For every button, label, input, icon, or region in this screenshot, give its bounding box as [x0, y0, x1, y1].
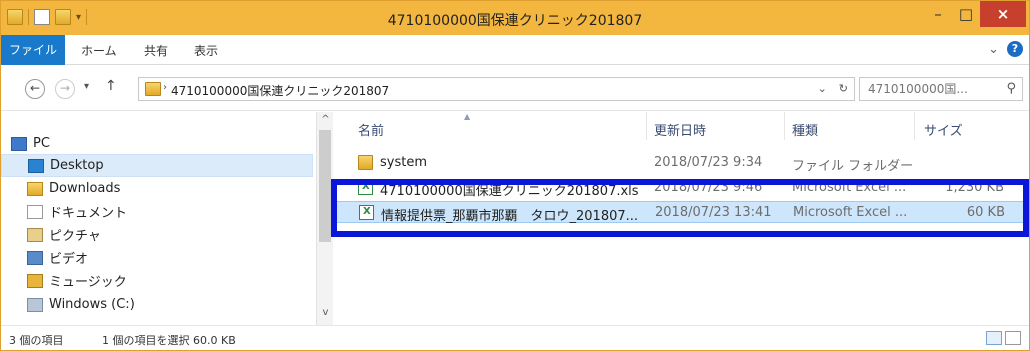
expand-ribbon-icon[interactable]: ⌄: [988, 42, 999, 57]
sidebar-item-videos[interactable]: ビデオ: [1, 246, 313, 269]
recent-locations-icon[interactable]: ▾: [84, 81, 89, 92]
scroll-up-icon[interactable]: ^: [317, 114, 334, 130]
file-name: 情報提供票_那覇市那覇 タロウ_201807...: [381, 209, 639, 224]
navigation-bar: ← → ▾ ↑ › 4710100000国保連クリニック201807 ⌄ ↻ ⚲: [1, 65, 1029, 111]
column-header-name[interactable]: 名前: [358, 120, 384, 139]
minimize-button[interactable]: –: [924, 1, 952, 27]
sidebar-item-label: PC: [33, 136, 50, 151]
file-name: 4710100000国保連クリニック201807.xls: [380, 184, 639, 199]
refresh-icon[interactable]: ↻: [839, 82, 848, 95]
address-bar[interactable]: › 4710100000国保連クリニック201807 ⌄ ↻: [138, 77, 855, 101]
desktop-folder-icon: [28, 158, 44, 173]
drive-icon: [27, 297, 43, 312]
sidebar-item-drive-c[interactable]: Windows (C:): [1, 293, 313, 316]
table-row[interactable]: 情報提供票_那覇市那覇 タロウ_201807... 2018/07/23 13:…: [334, 201, 1029, 224]
details-view-icon[interactable]: [986, 331, 1002, 345]
sidebar-item-music[interactable]: ミュージック: [1, 269, 313, 292]
tab-view[interactable]: 表示: [194, 42, 218, 59]
window-title: 4710100000国保連クリニック201807: [387, 13, 643, 29]
column-header-type[interactable]: 種類: [792, 120, 818, 139]
file-size: 1,230 KB: [945, 180, 1004, 195]
navigation-pane: PC Desktop Downloads ドキュメント ピクチャ ビデオ ミュー…: [1, 112, 333, 325]
maximize-button[interactable]: □: [952, 1, 980, 27]
title-bar: ▾ 4710100000国保連クリニック201807 – □ ×: [1, 1, 1029, 35]
sidebar-item-label: Downloads: [49, 181, 121, 196]
sidebar-item-pictures[interactable]: ピクチャ: [1, 223, 313, 246]
videos-folder-icon: [27, 250, 43, 265]
breadcrumb-chevron-icon[interactable]: ›: [163, 82, 167, 93]
selection-info: 1 個の項目を選択 60.0 KB: [102, 334, 236, 347]
sidebar-item-label: Windows (C:): [49, 297, 135, 312]
up-button[interactable]: ↑: [105, 78, 117, 94]
item-count: 3 個の項目: [9, 334, 64, 347]
file-size: 60 KB: [966, 205, 1005, 220]
tab-share[interactable]: 共有: [144, 42, 168, 59]
column-header-modified[interactable]: 更新日時: [654, 120, 706, 139]
file-type: Microsoft Excel ...: [792, 180, 907, 195]
tab-home[interactable]: ホーム: [81, 42, 117, 59]
sidebar-item-label: Desktop: [50, 158, 104, 173]
folder-icon: [145, 82, 161, 96]
status-bar: 3 個の項目 1 個の項目を選択 60.0 KB: [1, 325, 1029, 350]
excel-file-icon: [359, 205, 374, 220]
column-header-size[interactable]: サイズ: [924, 120, 963, 139]
column-divider[interactable]: [914, 112, 915, 140]
tab-file[interactable]: ファイル: [1, 35, 65, 65]
sidebar-item-label: ミュージック: [49, 275, 127, 290]
sidebar-item-label: ビデオ: [49, 252, 89, 267]
column-divider[interactable]: [646, 112, 647, 140]
explorer-window: ▾ 4710100000国保連クリニック201807 – □ × ファイル ホー…: [0, 0, 1030, 351]
address-dropdown-icon[interactable]: ⌄: [818, 82, 827, 95]
file-modified: 2018/07/23 9:46: [654, 180, 763, 195]
sidebar-item-pc[interactable]: PC: [1, 132, 313, 155]
sidebar-item-documents[interactable]: ドキュメント: [1, 200, 313, 223]
table-row[interactable]: system 2018/07/23 9:34 ファイル フォルダー: [334, 152, 1029, 174]
ribbon-controls: ⌄ ?: [988, 41, 1023, 57]
search-icon[interactable]: ⚲: [1006, 81, 1016, 96]
file-modified: 2018/07/23 9:34: [654, 155, 763, 170]
large-icons-view-icon[interactable]: [1005, 331, 1021, 345]
forward-button[interactable]: →: [55, 79, 75, 99]
file-name: system: [380, 155, 427, 170]
pictures-folder-icon: [27, 227, 43, 242]
file-type: ファイル フォルダー: [792, 159, 914, 174]
excel-file-icon: [358, 180, 373, 195]
search-box[interactable]: ⚲: [859, 77, 1023, 101]
folder-icon: [358, 155, 373, 170]
documents-folder-icon: [27, 204, 43, 219]
table-row[interactable]: 4710100000国保連クリニック201807.xls 2018/07/23 …: [334, 177, 1029, 199]
search-input[interactable]: [860, 78, 990, 100]
file-modified: 2018/07/23 13:41: [655, 205, 772, 220]
sidebar-item-label: ドキュメント: [49, 206, 128, 221]
pc-icon: [11, 136, 27, 151]
file-list: ▲ 名前 更新日時 種類 サイズ system 2018/07/23 9:34 …: [334, 112, 1029, 325]
close-button[interactable]: ×: [980, 1, 1026, 27]
downloads-folder-icon: [27, 181, 43, 196]
scroll-thumb[interactable]: [319, 130, 331, 242]
column-divider[interactable]: [784, 112, 785, 140]
back-button[interactable]: ←: [25, 79, 45, 99]
music-folder-icon: [27, 273, 43, 288]
sidebar-item-downloads[interactable]: Downloads: [1, 177, 313, 200]
breadcrumb[interactable]: 4710100000国保連クリニック201807: [171, 82, 389, 99]
sidebar-item-label: ピクチャ: [49, 229, 101, 244]
file-type: Microsoft Excel ...: [793, 205, 908, 220]
help-icon[interactable]: ?: [1007, 41, 1023, 57]
navigation-scrollbar[interactable]: ^ v: [316, 112, 333, 325]
ribbon-tabs: ファイル ホーム 共有 表示 ⌄ ?: [1, 35, 1029, 65]
sidebar-item-desktop[interactable]: Desktop: [1, 154, 313, 177]
sort-ascending-icon: ▲: [464, 112, 471, 121]
scroll-down-icon[interactable]: v: [317, 307, 334, 323]
